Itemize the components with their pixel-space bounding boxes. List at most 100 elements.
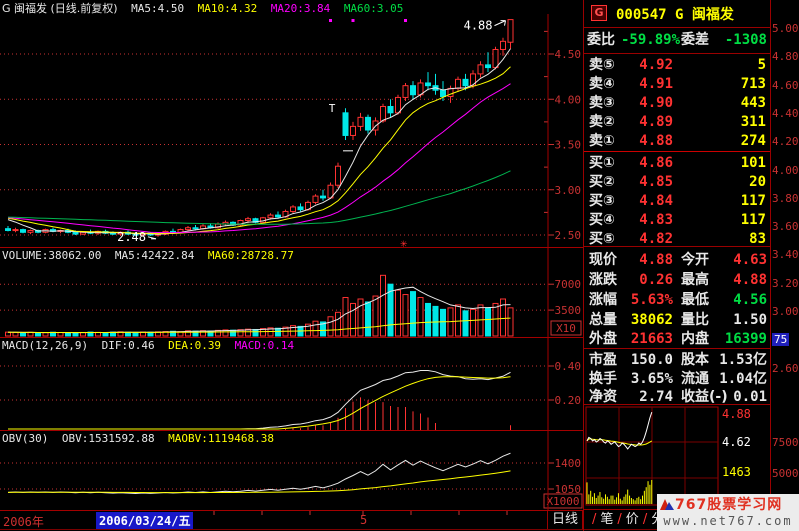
- ask-row-2[interactable]: 卖② 4.89 311: [584, 113, 770, 132]
- bid-row-3[interactable]: 买③ 4.84 117: [584, 192, 770, 211]
- candle-body: [501, 41, 506, 49]
- float-shares: 1.04亿: [719, 370, 767, 389]
- label-current-price: 现价: [589, 251, 617, 270]
- volume-bar: [336, 312, 341, 336]
- volume-ratio: 1.50: [733, 311, 767, 330]
- obv-axis-label: 1400: [555, 457, 582, 470]
- candle-body: [366, 117, 371, 130]
- ask1-label: 卖①: [589, 132, 615, 151]
- stats-row: 市盈 150.0 股本 1.53亿: [584, 351, 770, 370]
- bid-row-1[interactable]: 买① 4.86 101: [584, 154, 770, 173]
- chart-title: G 闽福发 (日线.前复权): [2, 2, 118, 15]
- ask5-volume: 5: [758, 56, 766, 75]
- weibi-row: 委比 -59.89% 委差 -1308: [584, 31, 770, 50]
- chart-mark: T: [329, 102, 336, 115]
- ask-row-1[interactable]: 卖① 4.88 274: [584, 132, 770, 151]
- right-scale-label: 5000: [772, 467, 799, 480]
- turnover-rate: 3.65%: [631, 370, 673, 389]
- label-float: 流通: [681, 370, 709, 389]
- ask2-label: 卖②: [589, 113, 615, 132]
- candle-body: [493, 49, 498, 67]
- macd-axis-label: 0.40: [555, 360, 582, 373]
- candle-body: [321, 196, 326, 198]
- price-axis-label: 3.50: [555, 139, 582, 152]
- pane-splitter-icon[interactable]: ✳: [400, 240, 408, 250]
- logo-url: www.net767.com: [657, 513, 799, 529]
- bid-row-4[interactable]: 买④ 4.83 117: [584, 211, 770, 230]
- weibi-label: 委比: [587, 31, 615, 50]
- candle-body: [21, 230, 26, 233]
- right-scale-label: 4.00: [772, 164, 799, 177]
- volume-bar: [463, 311, 468, 336]
- label-change-pct: 涨幅: [589, 291, 617, 310]
- candle-body: [313, 196, 318, 202]
- candle-body: [381, 106, 386, 120]
- volume-bar: [276, 328, 281, 336]
- dif-value: DIF:0.46: [102, 339, 155, 352]
- right-scale-label: 3.80: [772, 192, 799, 205]
- ma60-value: MA60:3.05: [344, 2, 404, 15]
- volume-bar: [351, 303, 356, 336]
- info-row: 涨幅 5.63% 最低 4.56: [584, 291, 770, 310]
- label-inner-lot: 内盘: [681, 330, 709, 349]
- inner-lot: 16399: [725, 330, 767, 349]
- info-row: 涨跌 0.26 最高 4.88: [584, 271, 770, 290]
- label-turnover: 换手: [589, 370, 617, 389]
- candle-body: [478, 65, 483, 74]
- bid5-price: 4.82: [639, 230, 673, 249]
- ask2-volume: 311: [741, 113, 766, 132]
- main-chart-canvas[interactable]: 4.504.003.503.002.50700035000.400.201400…: [0, 0, 583, 531]
- ask-row-4[interactable]: 卖④ 4.91 713: [584, 75, 770, 94]
- right-price-scale: 5.004.804.604.404.204.003.803.603.403.20…: [771, 0, 799, 531]
- candle-body: [13, 230, 18, 231]
- bid5-label: 买⑤: [589, 230, 615, 249]
- change-pct: 5.63%: [631, 291, 673, 310]
- volume-axis-label: 7000: [555, 278, 582, 291]
- volume-bar: [471, 309, 476, 336]
- maobv-line: [8, 471, 511, 493]
- ma20-line: [8, 84, 511, 233]
- macd-name: MACD(12,26,9): [2, 339, 88, 352]
- ask3-label: 卖③: [589, 94, 615, 113]
- obv-line: [8, 453, 511, 493]
- candle-body: [246, 219, 251, 221]
- volume-bar: [493, 303, 498, 336]
- weicha-label: 委差: [681, 31, 709, 50]
- ask-row-3[interactable]: 卖③ 4.90 443: [584, 94, 770, 113]
- ask-row-5[interactable]: 卖⑤ 4.92 5: [584, 56, 770, 75]
- volume-ma5-value: MA5:42422.84: [115, 249, 194, 262]
- label-low: 最低: [681, 291, 709, 310]
- candle-body: [111, 233, 116, 234]
- volume-ma60-value: MA60:28728.77: [208, 249, 294, 262]
- ask2-price: 4.89: [639, 113, 673, 132]
- ask5-price: 4.92: [639, 56, 673, 75]
- bid1-volume: 101: [741, 154, 766, 173]
- bid3-volume: 117: [741, 192, 766, 211]
- price-axis-label: 2.50: [555, 229, 582, 242]
- volume-bar: [508, 308, 513, 336]
- candle-body: [276, 215, 281, 217]
- bid-row-2[interactable]: 买② 4.85 20: [584, 173, 770, 192]
- ask4-price: 4.91: [639, 75, 673, 94]
- maobv-value: MAOBV:1119468.38: [168, 432, 274, 445]
- volume-bar: [133, 332, 138, 336]
- bid4-label: 买④: [589, 211, 615, 230]
- obv-value: OBV:1531592.88: [62, 432, 155, 445]
- current-price: 4.88: [639, 251, 673, 270]
- tab-daily-period[interactable]: 日线: [547, 511, 583, 529]
- price-axis-label: 3.00: [555, 184, 582, 197]
- volume-bar: [21, 333, 26, 336]
- label-total-volume: 总量: [589, 311, 617, 330]
- pe-ratio: 150.0: [631, 351, 673, 370]
- bid-row-5[interactable]: 买⑤ 4.82 83: [584, 230, 770, 249]
- right-scale-label: 3.60: [772, 220, 799, 233]
- volume-bar: [486, 308, 491, 336]
- candle-body: [358, 117, 363, 126]
- label-volume-ratio: 量比: [681, 311, 709, 330]
- price-axis-label: 4.00: [555, 93, 582, 106]
- volume-bar: [441, 309, 446, 336]
- quote-panel: G 000547 G 闽福发 委比 -59.89% 委差 -1308 卖⑤ 4.…: [584, 0, 770, 531]
- volume-bar: [253, 329, 258, 336]
- right-scale-label: 4.60: [772, 79, 799, 92]
- candle-body: [463, 79, 468, 85]
